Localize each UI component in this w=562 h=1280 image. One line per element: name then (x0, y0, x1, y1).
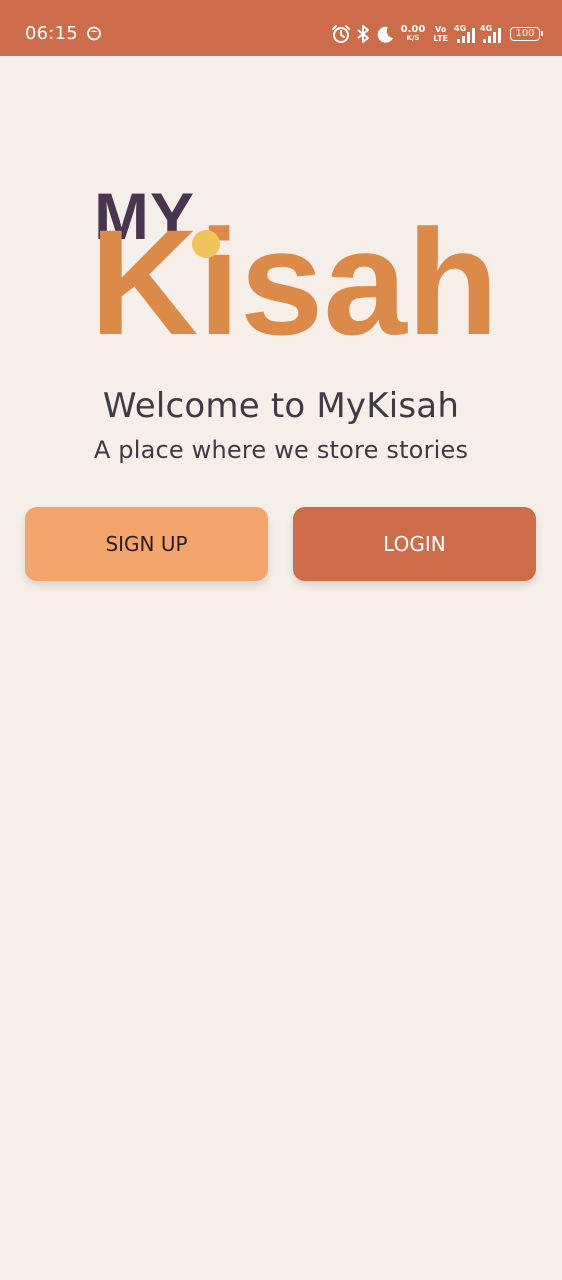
status-time: 06:15 (25, 23, 78, 44)
battery-icon: 100 (510, 27, 543, 41)
signal-icon: 4G (454, 24, 476, 44)
volte-top: Vo (435, 25, 447, 34)
alarm-icon (331, 24, 351, 44)
welcome-title: Welcome to MyKisah (102, 386, 460, 426)
volte-indicator: Vo LTE (433, 25, 448, 43)
bluetooth-icon (355, 24, 371, 44)
status-bar: 06:15 0.00 K/S Vo LTE 4G 4G 100 (0, 0, 562, 56)
net-speed-value: 0.00 (400, 24, 426, 35)
logo-kisah-text: Kisah (90, 198, 499, 366)
app-logo: MY Kisah (90, 183, 498, 357)
signup-button[interactable]: SIGN UP (25, 507, 268, 581)
moon-icon (375, 24, 395, 44)
net-speed: 0.00 K/S (401, 25, 426, 43)
welcome-subtitle: A place where we store stories (93, 436, 469, 464)
login-button[interactable]: LOGIN (293, 507, 536, 581)
volte-bottom: LTE (433, 34, 448, 43)
notification-icon (86, 25, 102, 45)
battery-level: 100 (515, 28, 535, 39)
status-icons: 0.00 K/S Vo LTE 4G 4G 100 (331, 22, 543, 46)
net-speed-unit: K/S (406, 34, 420, 42)
signal-icon-2: 4G (480, 24, 502, 44)
logo-dot (192, 230, 220, 258)
